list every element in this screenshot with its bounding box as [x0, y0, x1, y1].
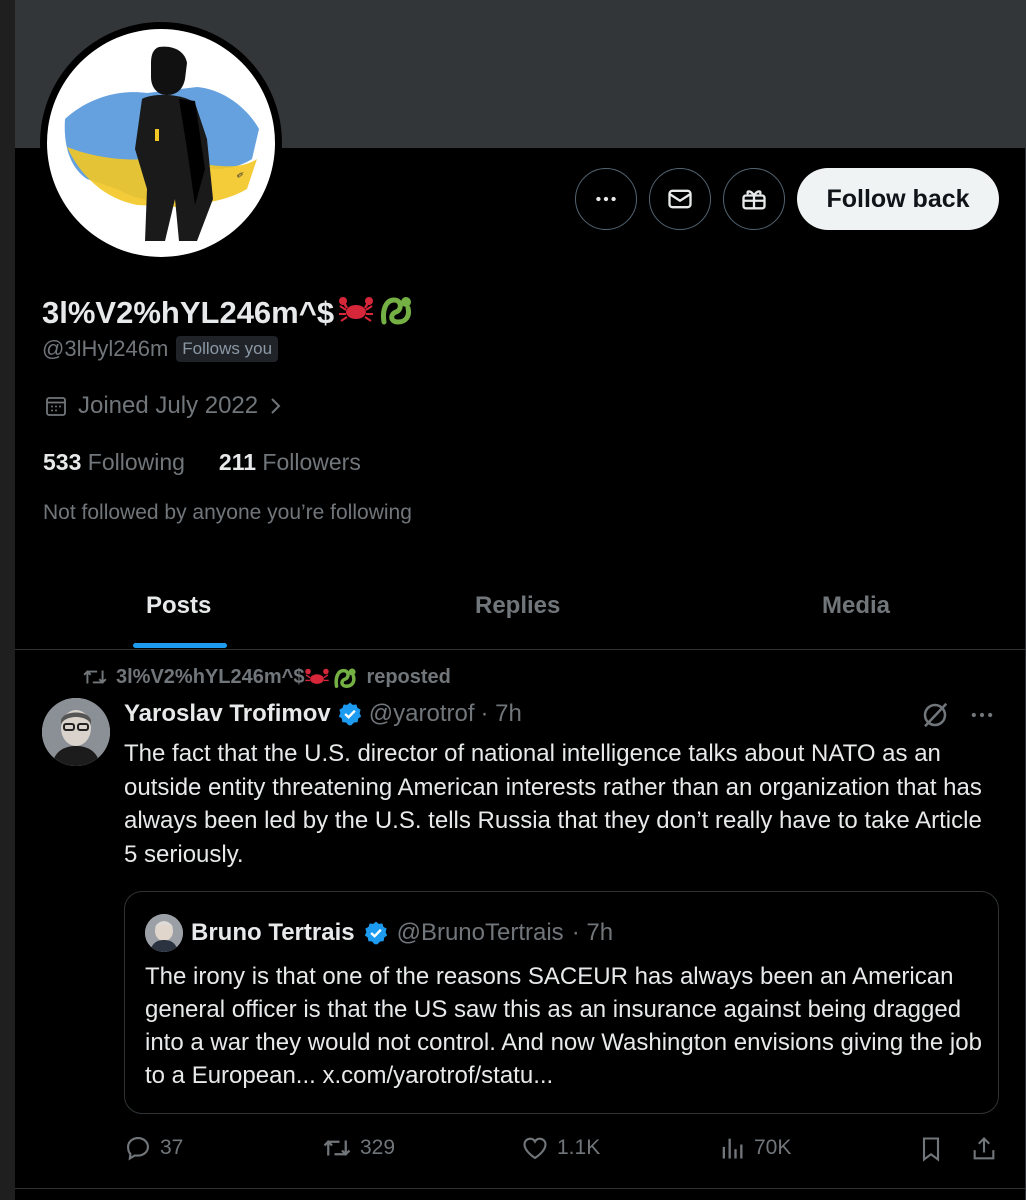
bookmark-icon [922, 1137, 940, 1162]
share-button[interactable] [970, 1134, 998, 1164]
display-name-text: 3l%V2%hYL246m^$ [42, 295, 335, 330]
joined-text: Joined July 2022 [78, 392, 259, 419]
repost-button[interactable]: 329 [322, 1134, 395, 1162]
quote-verified-badge-icon [364, 921, 387, 945]
share-icon [973, 1137, 995, 1160]
quote-author-name: Bruno Tertrais [191, 919, 355, 946]
post-more-icon[interactable] [968, 701, 996, 729]
post-actions: 37 329 1.1K 70K [124, 1134, 1004, 1170]
heart-icon [523, 1137, 547, 1160]
tab-replies[interactable]: Replies [475, 592, 560, 620]
repost-indicator[interactable]: 3l%V2%hYL246m^$ reposted [82, 665, 451, 689]
bookmark-button[interactable] [917, 1134, 945, 1164]
follow-back-button[interactable]: Follow back [797, 168, 999, 230]
following-link[interactable]: 533 Following [43, 449, 185, 476]
crab-emoji-icon [338, 293, 374, 333]
follows-you-badge: Follows you [176, 336, 279, 362]
crab-small-icon [304, 666, 330, 688]
quote-header: Bruno Tertrais @BrunoTertrais · 7h [145, 914, 613, 952]
post-tools [920, 700, 996, 730]
joined-date[interactable]: Joined July 2022 [44, 392, 284, 420]
views-chart-icon [722, 1138, 743, 1159]
gift-button[interactable] [723, 168, 785, 230]
profile-handle: @3lHyl246m [42, 336, 169, 361]
quote-text: The irony is that one of the reasons SAC… [145, 963, 982, 1089]
tab-media[interactable]: Media [822, 592, 890, 620]
post-divider [15, 1188, 1026, 1189]
author-photo-icon [42, 698, 110, 766]
message-button[interactable] [649, 168, 711, 230]
post-author-handle[interactable]: @yarotrof [369, 700, 475, 728]
quoted-post[interactable]: Bruno Tertrais @BrunoTertrais · 7h The i… [124, 891, 999, 1114]
quote-author-photo-icon [145, 914, 183, 952]
quote-author-handle: @BrunoTertrais [396, 919, 564, 946]
quote-time: · 7h [571, 919, 614, 946]
repost-suffix: reposted [366, 665, 451, 688]
tab-posts[interactable]: Posts [146, 592, 211, 620]
mutuals-note: Not followed by anyone you’re following [43, 501, 412, 524]
chevron-right-icon [271, 398, 281, 414]
post-time[interactable]: · 7h [481, 700, 522, 728]
like-count: 1.1K [557, 1136, 601, 1159]
snake-emoji-icon [378, 292, 414, 334]
followers-count: 211 [218, 449, 257, 475]
more-icon [596, 196, 616, 202]
like-button[interactable]: 1.1K [521, 1134, 600, 1162]
profile-tabs: Posts Replies Media [15, 578, 1026, 650]
repost-count: 329 [360, 1136, 396, 1159]
active-tab-indicator [133, 643, 227, 648]
calendar-icon [46, 397, 66, 416]
more-button[interactable] [575, 168, 637, 230]
grok-icon[interactable] [920, 700, 950, 730]
display-name: 3l%V2%hYL246m^$ [42, 292, 414, 334]
follow-stats: 533 Following 211 Followers [43, 449, 361, 476]
following-count: 533 [43, 449, 82, 475]
handle-row: @3lHyl246m Follows you [42, 336, 279, 362]
post-author-name[interactable]: Yaroslav Trofimov [124, 700, 331, 728]
post-author-avatar[interactable] [42, 698, 110, 766]
soldier-illustration-icon: ✎ [64, 46, 260, 242]
following-label: Following [87, 449, 185, 475]
reply-button[interactable]: 37 [124, 1134, 183, 1162]
followers-link[interactable]: 211 Followers [219, 449, 361, 476]
repost-author: 3l%V2%hYL246m^$ [116, 665, 305, 688]
post-header: Yaroslav Trofimov @yarotrof · 7h [124, 700, 522, 728]
reply-count: 37 [160, 1136, 184, 1159]
profile-avatar[interactable]: ✎ [40, 22, 282, 264]
views-button[interactable]: 70K [718, 1134, 791, 1162]
post-text: The fact that the U.S. director of natio… [124, 740, 982, 868]
avatar-image: ✎ [47, 29, 275, 257]
repost-icon [83, 670, 107, 684]
followers-label: Followers [262, 449, 361, 475]
repost-action-icon [323, 1140, 351, 1156]
verified-badge-icon [338, 702, 361, 726]
snake-small-icon [332, 665, 358, 689]
quote-author-avatar [145, 914, 183, 952]
reply-icon [127, 1137, 149, 1161]
mail-icon [668, 189, 692, 209]
left-edge-strip [0, 0, 15, 1200]
views-count: 70K [754, 1136, 792, 1159]
gift-icon [742, 190, 766, 210]
